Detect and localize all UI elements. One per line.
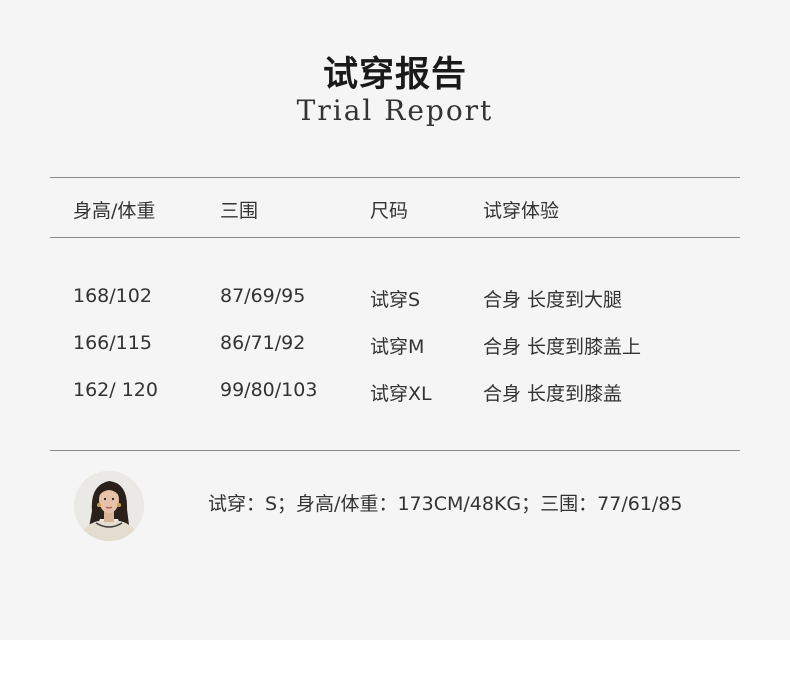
model-avatar	[74, 471, 144, 541]
page-title: 试穿报告	[322, 55, 467, 95]
row-1-height-weight: 168/102	[73, 285, 152, 307]
page-subtitle: Trial Report	[296, 94, 494, 127]
row-3-size: 试穿XL	[370, 383, 432, 405]
header-size: 尺码	[370, 200, 409, 222]
row-2-height-weight: 166/115	[73, 332, 152, 354]
row-2-size: 试穿M	[370, 336, 425, 358]
header-fit-experience: 试穿体验	[483, 200, 560, 222]
row-3-measurements: 99/80/103	[220, 379, 318, 401]
table-top-divider	[50, 177, 740, 178]
row-2-fit: 合身 长度到膝盖上	[483, 336, 642, 358]
trial-report-panel: 试穿报告 Trial Report 身高/体重 三围 尺码 试穿体验 168/1…	[0, 0, 790, 640]
row-3-height-weight: 162/ 120	[73, 379, 158, 401]
table-bottom-divider	[50, 450, 740, 451]
model-info-text: 试穿：S；身高/体重：173CM/48KG；三围：77/61/85	[208, 493, 683, 515]
row-1-fit: 合身 长度到大腿	[483, 289, 623, 311]
row-1-size: 试穿S	[370, 289, 421, 311]
header-measurements: 三围	[220, 200, 259, 222]
row-1-measurements: 87/69/95	[220, 285, 306, 307]
header-divider	[50, 237, 740, 238]
row-2-measurements: 86/71/92	[220, 332, 306, 354]
row-3-fit: 合身 长度到膝盖	[483, 383, 623, 405]
model-photo-icon	[74, 471, 144, 541]
header-height-weight: 身高/体重	[73, 200, 156, 222]
